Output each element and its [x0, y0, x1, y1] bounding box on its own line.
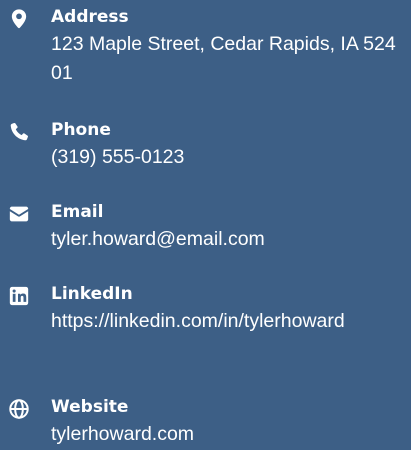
email-link[interactable]: tyler.howard@email.com	[51, 225, 396, 254]
phone-icon	[8, 121, 30, 143]
contact-label-email: Email	[51, 202, 104, 222]
website-link[interactable]: tylerhoward.com	[51, 420, 396, 449]
linkedin-icon	[8, 285, 30, 307]
contact-value-address: 123 Maple Street, Cedar Rapids, IA 52401	[51, 33, 396, 84]
phone-link[interactable]: (319) 555-0123	[51, 143, 396, 172]
contact-label-address: Address	[51, 7, 129, 27]
map-marker-icon	[8, 8, 30, 30]
contact-label-linkedin: LinkedIn	[51, 284, 133, 304]
contact-label-phone: Phone	[51, 120, 111, 140]
globe-icon	[8, 398, 30, 420]
envelope-icon	[8, 203, 30, 225]
contact-label-website: Website	[51, 397, 129, 417]
contact-list: Address 123 Maple Street, Cedar Rapids, …	[0, 0, 411, 450]
linkedin-link[interactable]: https://linkedin.com/in/tylerhoward	[51, 307, 396, 336]
